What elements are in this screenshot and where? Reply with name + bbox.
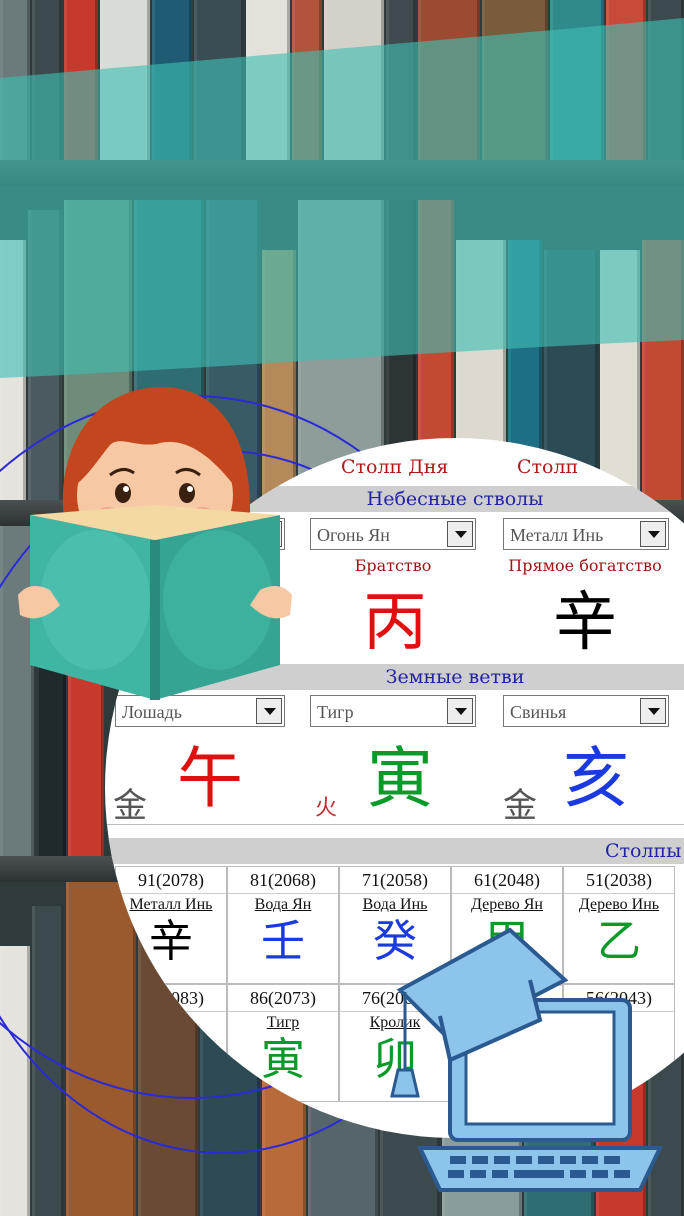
pillars-header: Столпы (105, 838, 684, 864)
branch-select-3[interactable]: Свинья (503, 695, 669, 727)
pillar-glyph: 辛 (149, 916, 193, 967)
pillars-title: Столпы (605, 840, 682, 862)
laptop-graduation-cap-icon (390, 927, 664, 1192)
stem-relation-label-2: Прямое богатство (508, 556, 662, 575)
branch-element-1: 金 (113, 786, 147, 826)
pillar-name-link[interactable]: Дерево Инь (564, 894, 674, 916)
chevron-down-icon[interactable] (640, 521, 666, 547)
pillar-name-link[interactable]: Вода Инь (340, 894, 450, 916)
pillar-age: 81(2068) (228, 867, 338, 894)
pillar-cell: 96(2083) (115, 984, 227, 1102)
stem-select-2[interactable]: Огонь Ян (310, 518, 476, 550)
stem-select-3-value: Металл Инь (510, 525, 604, 545)
branch-element-2: 火 (315, 796, 338, 821)
pillar-cell: 81(2068) Вода Ян 壬 (227, 866, 339, 984)
pillar-age: 71(2058) (340, 867, 450, 894)
branch-select-3-value: Свинья (510, 702, 567, 722)
chevron-down-icon[interactable] (640, 698, 666, 724)
branch-select-2[interactable]: Тигр (310, 695, 476, 727)
branch-glyph-3: 亥 (563, 740, 629, 817)
pillar-name-link[interactable]: Металл Инь (116, 894, 226, 916)
pillar-name-link[interactable]: Тигр (228, 1012, 338, 1034)
pillar-age: 96(2083) (116, 985, 226, 1012)
pillar-name-link[interactable]: Дерево Ян (452, 894, 562, 916)
stem-glyph-1: 丙 (363, 586, 427, 660)
pillar-age: 51(2038) (564, 867, 674, 894)
divider (105, 824, 684, 825)
stem-relation-label-1: Братство (354, 556, 432, 575)
pillar-day-title: Столп Дня (341, 456, 449, 478)
pillar-cell: 91(2078) Металл Инь 辛 (115, 866, 227, 984)
girl-reading-book-icon (18, 386, 292, 700)
pillar-age: 61(2048) (452, 867, 562, 894)
branch-glyph-1: 午 (177, 740, 243, 817)
pillar-name-link[interactable]: Вода Ян (228, 894, 338, 916)
pillar-next-title: Столп (517, 456, 579, 478)
stem-glyph-2: 辛 (553, 586, 617, 660)
pillar-age: 91(2078) (116, 867, 226, 894)
teal-band-overlay (0, 18, 684, 378)
stage: Столп Дня Столп Небесные стволы Огонь Ян… (0, 0, 684, 1216)
pillar-cell: 86(2073) Тигр 寅 (227, 984, 339, 1102)
chevron-down-icon[interactable] (447, 698, 473, 724)
branch-element-3: 金 (503, 786, 537, 826)
pillar-age: 86(2073) (228, 985, 338, 1012)
chevron-down-icon[interactable] (447, 521, 473, 547)
branch-glyph-2: 寅 (367, 740, 433, 817)
pillar-glyph: 寅 (261, 1034, 305, 1085)
pillar-glyph: 壬 (261, 916, 305, 967)
stem-select-2-value: Огонь Ян (317, 525, 390, 545)
branch-select-2-value: Тигр (317, 702, 354, 722)
stem-select-3[interactable]: Металл Инь (503, 518, 669, 550)
